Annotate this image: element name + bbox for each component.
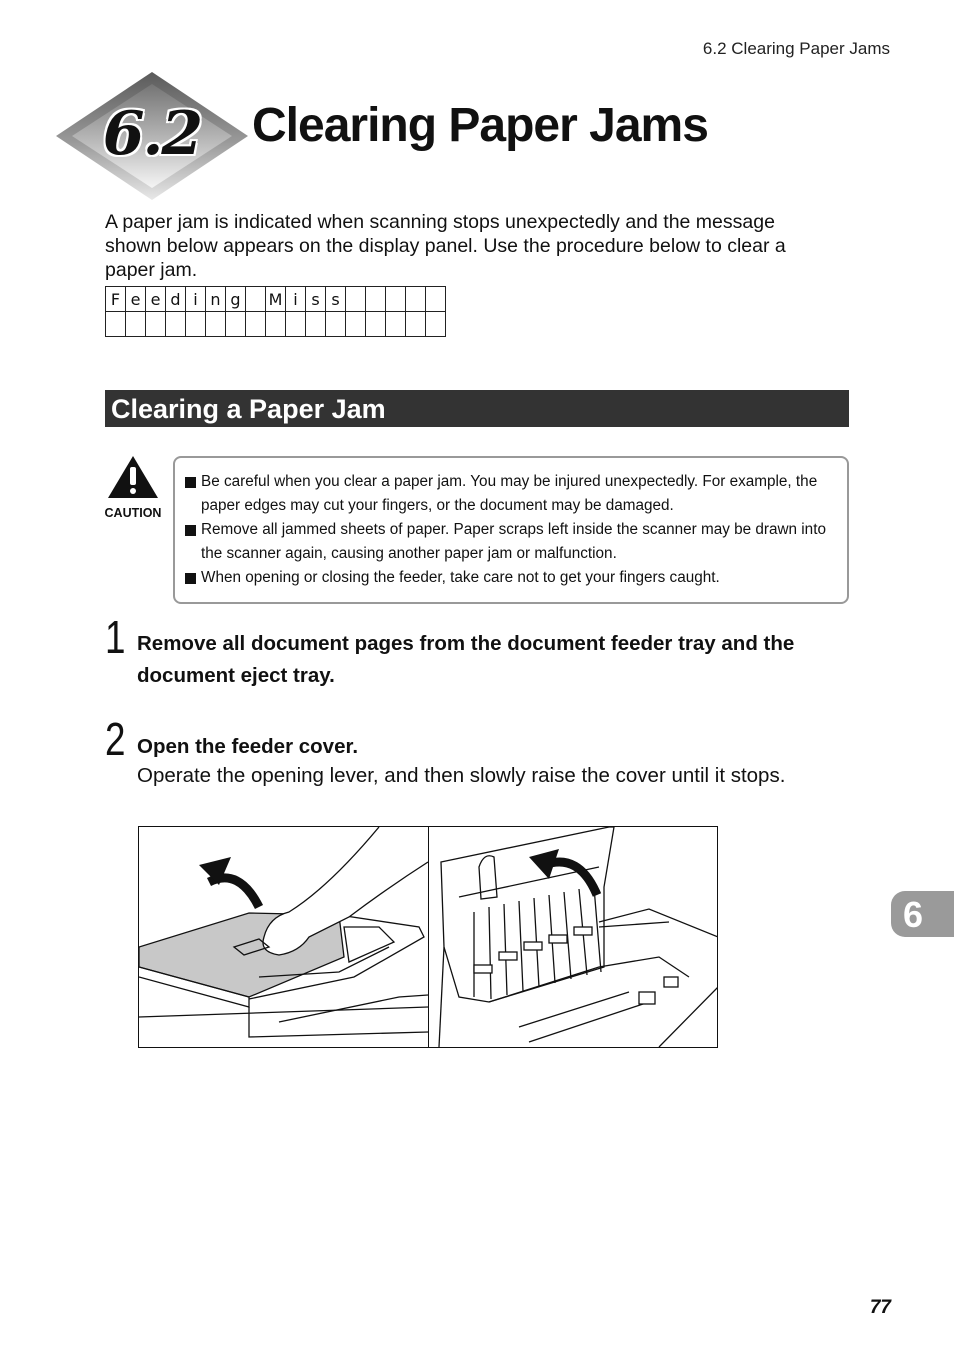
display-cell (385, 311, 406, 337)
intro-paragraph: A paper jam is indicated when scanning s… (105, 211, 786, 281)
square-bullet-icon (185, 525, 196, 536)
chapter-tab: 6 (891, 891, 954, 937)
display-cell (405, 286, 426, 312)
section-heading: Clearing a Paper Jam (105, 390, 849, 427)
scanner-cover-lift-illustration (139, 827, 428, 1038)
chapter-number: 6.2 (102, 99, 203, 169)
display-row-1: FeedingMiss (105, 286, 446, 312)
display-cell (125, 311, 146, 337)
display-cell: s (305, 286, 326, 312)
caution-item: Remove all jammed sheets of paper. Paper… (185, 518, 837, 566)
display-cell (345, 311, 366, 337)
illustration-figure (138, 826, 718, 1048)
square-bullet-icon (185, 477, 196, 488)
display-cell: g (225, 286, 246, 312)
display-cell (245, 286, 266, 312)
display-cell (285, 311, 306, 337)
display-cell (245, 311, 266, 337)
scanner-open-feeder-illustration (437, 827, 717, 1047)
caution-box: Be careful when you clear a paper jam. Y… (173, 456, 849, 604)
step-number: 2 (105, 713, 126, 765)
display-cell (165, 311, 186, 337)
illustration-open-lever (139, 827, 428, 1047)
square-bullet-icon (185, 573, 196, 584)
display-cell (425, 311, 446, 337)
caution-symbol: CAUTION (104, 454, 162, 520)
running-head: 6.2 Clearing Paper Jams (702, 39, 890, 58)
illustration-cover-open (427, 827, 717, 1047)
display-cell: i (185, 286, 206, 312)
step-body: Operate the opening lever, and then slow… (137, 764, 786, 787)
step-heading: Open the feeder cover. (137, 735, 359, 758)
display-cell: e (125, 286, 146, 312)
display-cell (185, 311, 206, 337)
display-cell (325, 311, 346, 337)
display-cell (345, 286, 366, 312)
display-cell: d (165, 286, 186, 312)
display-cell (105, 311, 126, 337)
page-number: 77 (869, 1297, 891, 1318)
step-number: 1 (105, 611, 126, 663)
display-cell: e (145, 286, 166, 312)
display-cell (425, 286, 446, 312)
display-cell: F (105, 286, 126, 312)
display-cell: i (285, 286, 306, 312)
display-cell (405, 311, 426, 337)
step-heading: Remove all document pages from the docum… (137, 632, 795, 687)
caution-label: CAUTION (104, 506, 162, 520)
display-cell (145, 311, 166, 337)
display-row-2 (105, 311, 446, 337)
display-cell (225, 311, 246, 337)
chapter-badge: 6.2 (54, 70, 250, 202)
page-title: Clearing Paper Jams (252, 99, 709, 152)
display-cell (365, 286, 386, 312)
warning-triangle-icon (108, 456, 158, 498)
display-panel-message: FeedingMiss (105, 286, 446, 337)
display-cell (205, 311, 226, 337)
display-cell: n (205, 286, 226, 312)
caution-item: Be careful when you clear a paper jam. Y… (185, 470, 837, 518)
display-cell (385, 286, 406, 312)
display-cell (305, 311, 326, 337)
display-cell (265, 311, 286, 337)
caution-item: When opening or closing the feeder, take… (185, 566, 837, 590)
display-cell: s (325, 286, 346, 312)
display-cell (365, 311, 386, 337)
display-cell: M (265, 286, 286, 312)
